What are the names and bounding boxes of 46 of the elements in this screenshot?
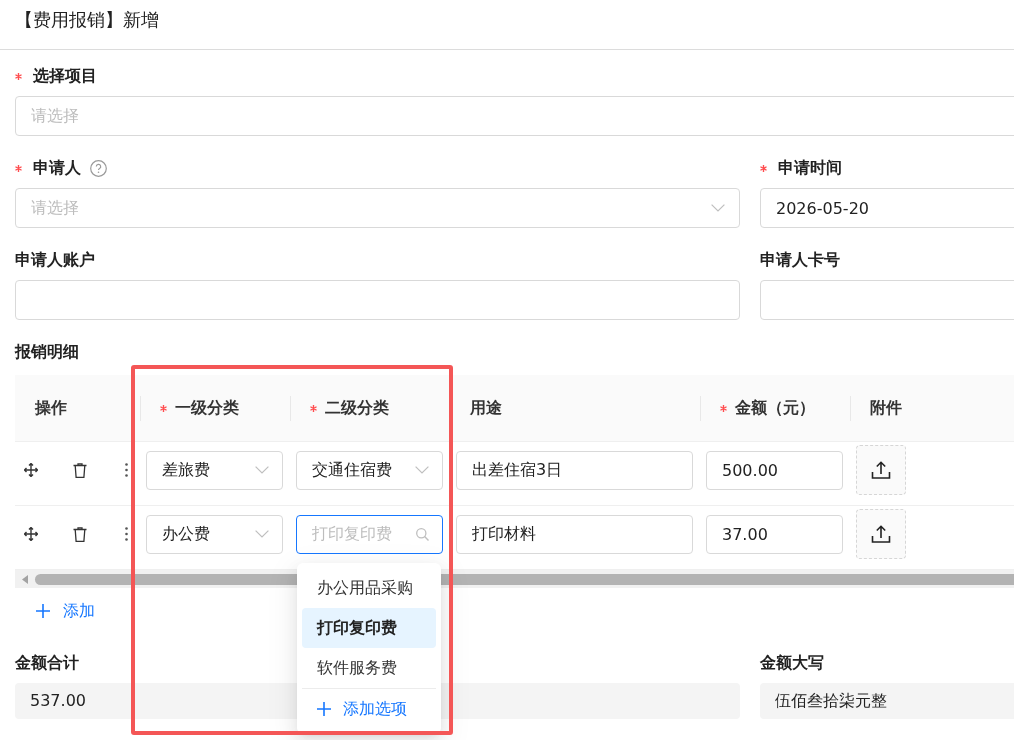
field-label: 申请人 (33, 158, 81, 178)
chevron-down-icon (415, 466, 429, 475)
chevron-down-icon (255, 466, 269, 475)
more-vertical-icon[interactable] (125, 527, 128, 542)
column-header: 金额（元） (735, 397, 815, 419)
move-icon[interactable] (24, 463, 38, 478)
upload-button[interactable] (856, 445, 906, 496)
field-label: 金额合计 (15, 653, 79, 673)
move-icon[interactable] (24, 527, 38, 542)
section-label: 报销明细 (15, 342, 79, 362)
text-field[interactable]: 500.00 (706, 450, 843, 490)
upload-button[interactable] (856, 509, 906, 560)
column-header: 附件 (870, 397, 902, 419)
add-row-button[interactable]: 添加 (36, 595, 95, 627)
column-header: 二级分类 (325, 397, 389, 419)
plus-icon (36, 604, 50, 618)
plus-icon (317, 702, 331, 716)
page-title: 【费用报销】新增 (15, 8, 159, 32)
more-vertical-icon[interactable] (125, 463, 128, 478)
upload-icon (871, 525, 891, 544)
column-header: 一级分类 (175, 397, 239, 419)
upload-icon (871, 461, 891, 480)
text-field[interactable]: 打印材料 (456, 514, 693, 554)
field-label: 申请人卡号 (760, 250, 840, 270)
search-icon (416, 527, 429, 541)
text-field[interactable] (15, 280, 740, 320)
text-field[interactable]: 出差住宿3日 (456, 450, 693, 490)
field-label: 金额大写 (760, 653, 824, 673)
select-field[interactable]: 交通住宿费 (296, 450, 443, 490)
field-label: 申请人账户 (15, 250, 95, 270)
select-field[interactable]: 办公费 (146, 514, 283, 554)
trash-icon[interactable] (73, 462, 87, 478)
column-header: 操作 (35, 397, 67, 419)
chevron-down-icon (255, 530, 269, 539)
readonly-field: 伍佰叁拾柒元整 (760, 683, 1014, 719)
date-field[interactable]: 2026-05-20 (760, 188, 1014, 228)
dropdown-option[interactable]: 打印复印费 (302, 608, 436, 648)
scroll-left-arrow-icon (22, 574, 28, 584)
text-field[interactable]: 37.00 (706, 514, 843, 554)
field-label: 选择项目 (33, 66, 97, 86)
select-field[interactable]: 差旅费 (146, 450, 283, 490)
dropdown-option[interactable]: 办公用品采购 (302, 568, 436, 608)
field-label: 申请时间 (778, 158, 842, 178)
trash-icon[interactable] (73, 526, 87, 542)
chevron-down-icon (711, 204, 725, 212)
column-header: 用途 (470, 397, 502, 419)
